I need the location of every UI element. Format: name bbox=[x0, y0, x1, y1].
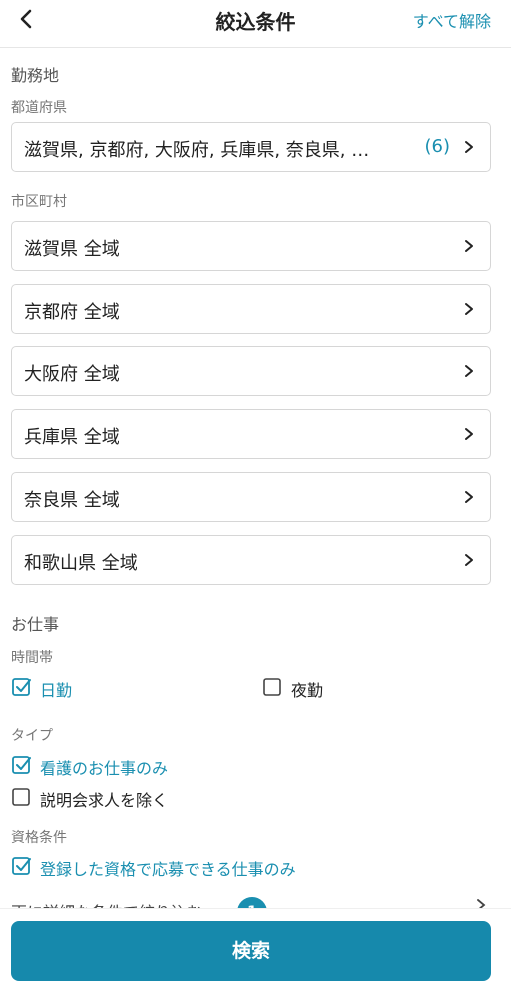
city-select-osaka[interactable]: 大阪府 全域 bbox=[11, 346, 491, 396]
checkbox-checked-icon bbox=[12, 756, 31, 774]
checkbox-day-shift[interactable]: 日勤 bbox=[12, 677, 212, 700]
checkbox-qualified-only[interactable]: 登録した資格で応募できる仕事のみ bbox=[12, 856, 412, 879]
chevron-right-icon bbox=[465, 428, 473, 440]
chevron-right-icon bbox=[465, 365, 473, 377]
checkbox-checked-icon bbox=[12, 678, 31, 696]
clear-all-button[interactable]: すべて解除 bbox=[413, 8, 491, 32]
checkbox-unchecked-icon bbox=[12, 788, 30, 806]
checkbox-label: 夜勤 bbox=[291, 681, 324, 700]
prefecture-value: 滋賀県, 京都府, 大阪府, 兵庫県, 奈良県, … bbox=[24, 140, 370, 161]
type-label: タイプ bbox=[11, 728, 53, 744]
chevron-right-icon bbox=[465, 554, 473, 566]
job-section-title: お仕事 bbox=[11, 615, 60, 634]
city-label: 市区町村 bbox=[11, 194, 67, 210]
city-value: 和歌山県 全域 bbox=[24, 553, 138, 574]
prefecture-count: (6) bbox=[424, 136, 451, 157]
city-select-shiga[interactable]: 滋賀県 全域 bbox=[11, 221, 491, 271]
chevron-right-icon bbox=[465, 303, 473, 315]
checkbox-unchecked-icon bbox=[263, 678, 281, 696]
chevron-right-icon bbox=[465, 141, 473, 153]
chevron-right-icon bbox=[465, 240, 473, 252]
city-select-nara[interactable]: 奈良県 全域 bbox=[11, 472, 491, 522]
time-label: 時間帯 bbox=[11, 650, 53, 666]
header-bar: 絞込条件 すべて解除 bbox=[0, 0, 511, 48]
qualification-label: 資格条件 bbox=[11, 830, 67, 846]
city-value: 滋賀県 全域 bbox=[24, 239, 120, 260]
prefecture-select[interactable]: 滋賀県, 京都府, 大阪府, 兵庫県, 奈良県, … (6) bbox=[11, 122, 491, 172]
checkbox-exclude-briefing[interactable]: 説明会求人を除く bbox=[12, 787, 312, 810]
city-select-kyoto[interactable]: 京都府 全域 bbox=[11, 284, 491, 334]
chevron-right-icon bbox=[465, 491, 473, 503]
checkbox-label: 看護のお仕事のみ bbox=[40, 759, 169, 778]
city-select-wakayama[interactable]: 和歌山県 全域 bbox=[11, 535, 491, 585]
checkbox-nursing-only[interactable]: 看護のお仕事のみ bbox=[12, 755, 312, 778]
city-value: 兵庫県 全域 bbox=[24, 427, 120, 448]
location-section-title: 勤務地 bbox=[11, 66, 60, 85]
city-value: 奈良県 全域 bbox=[24, 490, 120, 511]
checkbox-night-shift[interactable]: 夜勤 bbox=[263, 677, 463, 700]
checkbox-label: 登録した資格で応募できる仕事のみ bbox=[40, 860, 296, 879]
city-value: 京都府 全域 bbox=[24, 302, 120, 323]
bottom-action-bar: 検索 bbox=[0, 908, 511, 1000]
city-value: 大阪府 全域 bbox=[24, 364, 120, 385]
checkbox-label: 説明会求人を除く bbox=[40, 791, 169, 810]
checkbox-label: 日勤 bbox=[40, 681, 73, 700]
checkbox-checked-icon bbox=[12, 857, 31, 875]
city-select-hyogo[interactable]: 兵庫県 全域 bbox=[11, 409, 491, 459]
prefecture-label: 都道府県 bbox=[11, 100, 67, 116]
search-button[interactable]: 検索 bbox=[11, 921, 491, 981]
